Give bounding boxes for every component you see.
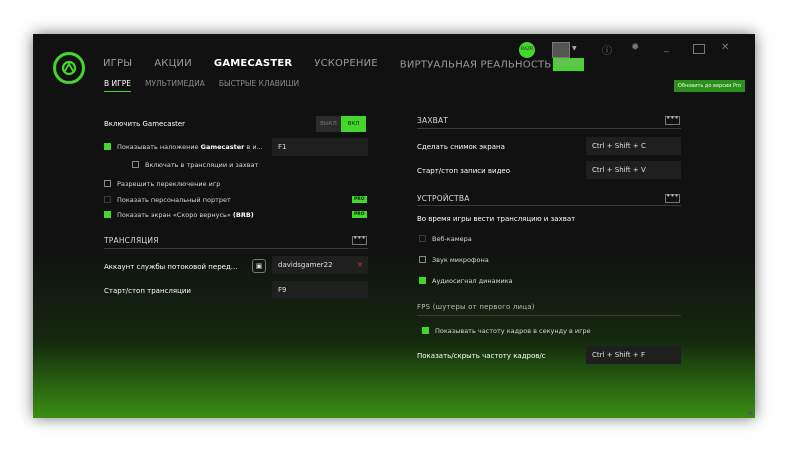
- section-divider: [417, 205, 681, 206]
- devices-section-title: УСТРОЙСТВА: [417, 194, 470, 203]
- toggle-off[interactable]: ВЫКЛ: [316, 116, 341, 132]
- broadcast-section-title: ТРАНСЛЯЦИЯ: [104, 236, 159, 245]
- nav-games[interactable]: ИГРЫ: [103, 58, 132, 71]
- nav-vr-label: ВИРТУАЛЬНАЯ РЕАЛЬНОСТЬ: [399, 59, 552, 71]
- nav-gamecaster[interactable]: GAMECASTER: [214, 58, 292, 71]
- sub-navigation: В ИГРЕ МУЛЬТИМЕДИА БЫСТРЫЕ КЛАВИШИ: [104, 79, 313, 92]
- maximize-icon[interactable]: [693, 44, 705, 54]
- microphone-label: Звук микрофона: [432, 256, 489, 264]
- include-stream-checkbox[interactable]: [132, 161, 139, 168]
- nav-vr[interactable]: ВИРТУАЛЬНАЯ РЕАЛЬНОСТЬ BETA: [400, 58, 606, 71]
- capture-more-button[interactable]: •••: [665, 115, 680, 125]
- screenshot-label: Сделать снимок экрана: [417, 143, 505, 151]
- brb-checkbox[interactable]: [104, 211, 111, 218]
- profile-dropdown-icon[interactable]: ▼: [572, 45, 577, 52]
- overlay-label-bold: Gamecaster: [200, 143, 245, 151]
- background-glow: [33, 248, 755, 418]
- close-icon[interactable]: ✕: [721, 42, 729, 53]
- personal-portrait-checkbox: [104, 196, 111, 203]
- webcam-label: Веб-камера: [432, 235, 472, 243]
- allow-switch-checkbox[interactable]: [104, 180, 111, 187]
- include-stream-label: Включать в трансляции и захват: [145, 161, 259, 169]
- overlay-label-post: в и...: [244, 143, 263, 151]
- fps-section-title: FPS (шутеры от первого лица): [417, 303, 535, 311]
- overlay-label: Показывать наложение Gamecaster в и...: [117, 143, 263, 151]
- enable-gamecaster-toggle[interactable]: ВЫКЛ ВКЛ: [316, 116, 366, 132]
- brb-label-pre: Показать экран «Скоро вернусь»: [117, 211, 233, 219]
- broadcast-more-button[interactable]: •••: [352, 235, 367, 245]
- upgrade-pro-button[interactable]: Обновить до версии Pro: [673, 80, 745, 92]
- webcam-checkbox: [419, 235, 426, 242]
- microphone-checkbox[interactable]: [419, 256, 426, 263]
- devices-more-button[interactable]: •••: [665, 193, 680, 203]
- personal-portrait-label: Показать персональный портрет: [117, 196, 231, 204]
- fps-toggle-label: Показать/скрыть частоту кадров/с: [417, 352, 546, 360]
- toggle-on[interactable]: ВКЛ: [341, 116, 366, 132]
- profile-avatar[interactable]: [552, 42, 570, 58]
- section-divider: [417, 315, 681, 316]
- top-navigation: ИГРЫ АКЦИИ GAMECASTER УСКОРЕНИЕ ВИРТУАЛЬ…: [103, 58, 628, 71]
- remove-account-icon[interactable]: ✕: [357, 261, 363, 269]
- resize-grip-icon[interactable]: ◢: [747, 409, 752, 416]
- tab-in-game[interactable]: В ИГРЕ: [104, 79, 131, 92]
- record-video-hotkey-field[interactable]: Ctrl + Shift + V: [586, 161, 681, 179]
- brb-label: Показать экран «Скоро вернусь» (BRB): [117, 211, 254, 219]
- overlay-hotkey-field[interactable]: F1: [272, 138, 368, 156]
- enable-gamecaster-label: Включить Gamecaster: [104, 120, 186, 128]
- speaker-label: Аудиосигнал динамика: [432, 277, 513, 285]
- app-window: ИГРЫ АКЦИИ GAMECASTER УСКОРЕНИЕ ВИРТУАЛЬ…: [33, 34, 755, 418]
- tab-hotkeys[interactable]: БЫСТРЫЕ КЛАВИШИ: [219, 79, 299, 92]
- speaker-checkbox[interactable]: [419, 277, 426, 284]
- start-stop-stream-label: Старт/стоп трансляции: [104, 287, 191, 295]
- start-stop-stream-field[interactable]: F9: [272, 281, 368, 299]
- user-badge[interactable]: RAZR: [519, 42, 535, 58]
- minimize-icon[interactable]: _: [664, 42, 669, 53]
- section-divider: [417, 128, 681, 129]
- capture-section-title: ЗАХВАТ: [417, 116, 449, 125]
- allow-switch-label: Разрешить переключение игр: [117, 180, 221, 188]
- stream-account-label: Аккаунт службы потоковой перед...: [104, 263, 238, 271]
- beta-badge: BETA: [553, 58, 584, 71]
- screenshot-hotkey-field[interactable]: Ctrl + Shift + C: [586, 137, 681, 155]
- pro-badge: PRO: [352, 196, 367, 203]
- overlay-checkbox[interactable]: [104, 143, 111, 150]
- info-icon[interactable]: ⓘ: [602, 42, 612, 57]
- razer-snake-logo-icon[interactable]: [53, 52, 85, 84]
- brb-label-bold: (BRB): [232, 211, 254, 219]
- settings-icon[interactable]: ✹: [631, 42, 639, 53]
- tab-multimedia[interactable]: МУЛЬТИМЕДИА: [145, 79, 205, 92]
- record-video-label: Старт/стоп записи видео: [417, 167, 511, 175]
- devices-description: Во время игры вести трансляцию и захват: [417, 215, 576, 223]
- section-divider: [104, 248, 368, 249]
- twitch-icon[interactable]: ▣: [252, 259, 266, 273]
- nav-boost[interactable]: УСКОРЕНИЕ: [314, 58, 378, 71]
- show-fps-checkbox[interactable]: [422, 327, 429, 334]
- stream-account-field[interactable]: davidsgamer22: [272, 256, 368, 274]
- overlay-label-pre: Показывать наложение: [117, 143, 201, 151]
- pro-badge: PRO: [352, 211, 367, 218]
- fps-toggle-hotkey-field[interactable]: Ctrl + Shift + F: [586, 346, 681, 364]
- show-fps-label: Показывать частоту кадров в секунду в иг…: [435, 327, 591, 335]
- nav-deals[interactable]: АКЦИИ: [154, 58, 192, 71]
